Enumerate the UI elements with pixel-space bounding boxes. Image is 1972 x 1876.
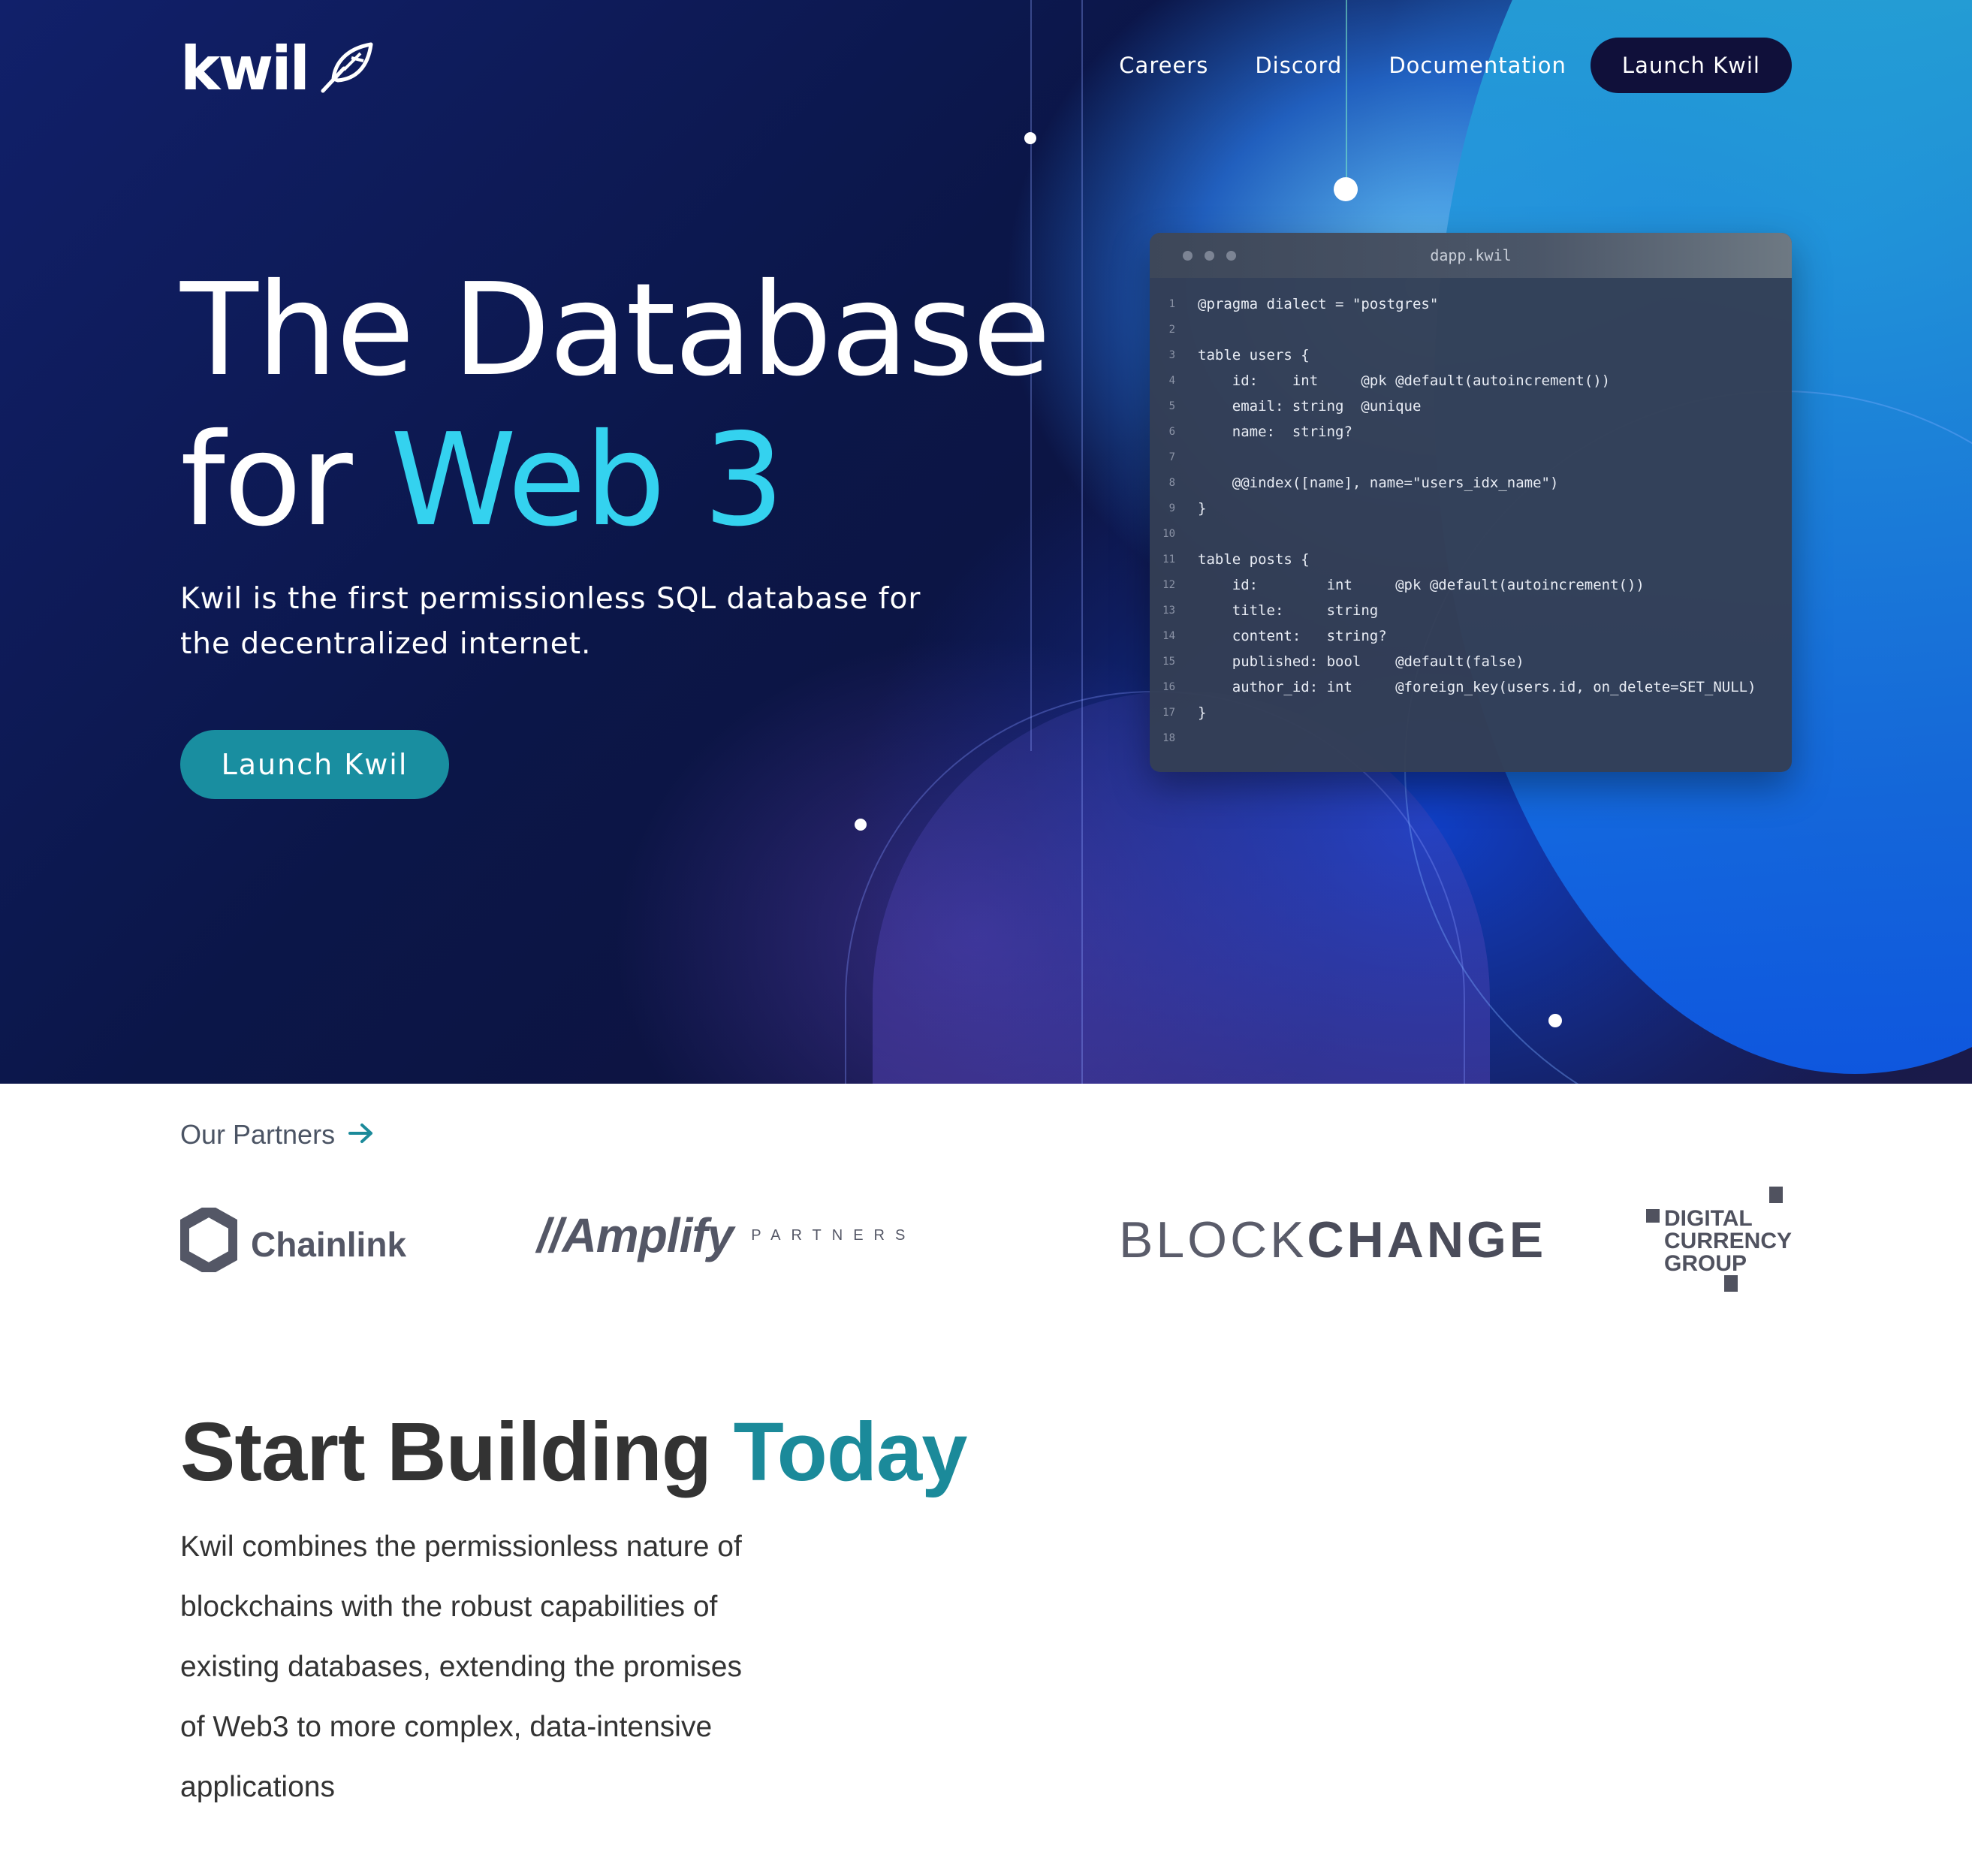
line-number: 13 [1162,605,1175,617]
code-line: 10 [1150,521,1792,547]
code-line: 12 id: int @pk @default(autoincrement()) [1150,572,1792,598]
line-number: 6 [1168,426,1175,438]
code-text: author_id: int @foreign_key(users.id, on… [1198,679,1756,695]
partners-link[interactable]: Our Partners [180,1119,374,1151]
line-number: 7 [1168,451,1175,463]
code-text: id: int @pk @default(autoincrement()) [1198,372,1611,389]
line-number: 17 [1162,707,1175,719]
section-body: Kwil combines the permissionless nature … [180,1531,742,1803]
code-text: id: int @pk @default(autoincrement()) [1198,577,1645,593]
line-number: 18 [1162,732,1175,744]
nav-launch-button[interactable]: Launch Kwil [1590,38,1792,93]
chainlink-hexagon-icon [177,1205,240,1280]
partner-dcg-name: DIGITAL CURRENCY GROUP [1664,1208,1792,1275]
hero-subtitle: Kwil is the first permissionless SQL dat… [180,582,921,661]
partner-dcg[interactable]: DIGITAL CURRENCY GROUP [1645,1187,1795,1292]
code-text: table posts { [1198,551,1310,568]
partner-amplify[interactable]: //Amplify PARTNERS [537,1208,915,1263]
line-number: 1 [1168,298,1175,310]
code-line: 9} [1150,496,1792,521]
code-line: 5 email: string @unique [1150,394,1792,419]
code-text: @pragma dialect = "postgres" [1198,296,1439,312]
partner-blockchange[interactable]: BLOCK CHANGE [1119,1211,1546,1269]
section-title: Start Building Today [180,1404,968,1500]
line-number: 4 [1168,375,1175,387]
code-text: title: string [1198,602,1379,619]
code-line: 17} [1150,700,1792,725]
code-line: 18 [1150,725,1792,751]
code-editor-window: dapp.kwil 1 @pragma dialect = "postgres" 2… [1150,233,1792,772]
kwil-logo[interactable]: kwil [180,39,375,99]
logo-wordmark: kwil [180,34,310,104]
line-number: 2 [1168,324,1175,336]
editor-filename: dapp.kwil [1430,246,1512,264]
code-text: email: string @unique [1198,398,1422,415]
code-text: } [1198,500,1207,517]
code-body: 1 @pragma dialect = "postgres" 2 3 table use… [1150,278,1792,751]
line-number: 5 [1168,400,1175,412]
decorative-dot [1334,177,1358,201]
line-number: 14 [1162,630,1175,642]
code-text: published: bool @default(false) [1198,653,1524,670]
code-line: 3 table users { [1150,342,1792,368]
line-number: 11 [1162,553,1175,566]
nav-link-careers[interactable]: Careers [1119,53,1208,78]
code-line: 7 [1150,445,1792,470]
hero-title-prefix: for [180,406,390,555]
dcg-line: GROUP [1664,1251,1747,1276]
partner-chainlink-name: Chainlink [251,1224,407,1264]
line-number: 8 [1168,477,1175,489]
dcg-square-icon [1646,1209,1660,1223]
code-text: name: string? [1198,424,1352,440]
code-text: } [1198,704,1207,721]
code-text: @@index([name], name="users_idx_name") [1198,475,1559,491]
partners-label: Our Partners [180,1119,336,1150]
line-number: 15 [1162,656,1175,668]
code-line: 2 [1150,317,1792,342]
section-title-prefix: Start Building [180,1406,734,1498]
partner-chainlink[interactable]: Chainlink [177,1205,407,1280]
line-number: 9 [1168,502,1175,514]
decorative-dot [855,819,867,831]
code-line: 4 id: int @pk @default(autoincrement()) [1150,368,1792,394]
decorative-dot [1024,132,1036,144]
partner-blockchange-bold: CHANGE [1307,1211,1547,1268]
code-line: 6 name: string? [1150,419,1792,445]
code-line: 1 @pragma dialect = "postgres" [1150,291,1792,317]
dcg-line: DIGITAL [1664,1206,1753,1231]
code-line: 11 table posts { [1150,547,1792,572]
partner-amplify-sub: PARTNERS [751,1226,916,1244]
code-line: 13 title: string [1150,598,1792,623]
decorative-dot [1548,1014,1562,1027]
top-nav: Careers Discord Documentation Launch Kwi… [1119,38,1792,93]
code-line: 15 published: bool @default(false) [1150,649,1792,674]
line-number: 10 [1162,528,1175,540]
hero-launch-button[interactable]: Launch Kwil [180,730,449,799]
code-text: content: string? [1198,628,1387,644]
hero-section: kwil Careers Discord Documentation Launc… [0,0,1972,1084]
decorative-line [1346,0,1347,188]
partner-blockchange-thin: BLOCK [1119,1211,1307,1268]
code-line: 8 @@index([name], name="users_idx_name") [1150,470,1792,496]
dcg-square-icon [1769,1187,1783,1203]
arrow-right-icon [348,1119,374,1151]
line-number: 12 [1162,579,1175,591]
hero-title: The Database for Web 3 [180,255,1051,556]
line-number: 3 [1168,349,1175,361]
nav-link-discord[interactable]: Discord [1255,53,1342,78]
code-text: table users { [1198,347,1310,363]
dcg-square-icon [1724,1275,1738,1292]
code-line: 16 author_id: int @foreign_key(users.id,… [1150,674,1792,700]
decorative-line [1081,0,1083,1084]
editor-titlebar: dapp.kwil [1150,233,1792,278]
hero-title-line1: The Database [180,256,1051,405]
hero-title-accent: Web 3 [390,406,785,555]
nav-link-documentation[interactable]: Documentation [1389,53,1566,78]
partner-amplify-name: //Amplify [537,1208,734,1262]
dcg-line: CURRENCY [1664,1229,1793,1253]
code-line: 14 content: string? [1150,623,1792,649]
line-number: 16 [1162,681,1175,693]
section-title-accent: Today [733,1406,968,1498]
quill-icon [318,41,375,97]
